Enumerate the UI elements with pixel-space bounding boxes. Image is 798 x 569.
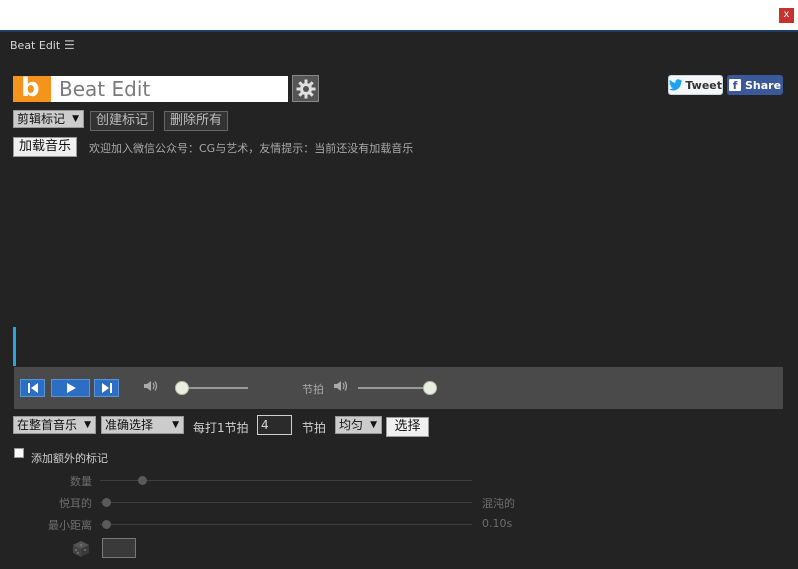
range-select[interactable]: 在整首音乐 ▼ [13, 416, 96, 434]
logo-icon: b [13, 73, 51, 103]
harmony-slider-track[interactable] [100, 502, 472, 503]
logo-letter: b [21, 73, 40, 103]
beat-unit-label: 节拍 [302, 421, 327, 435]
skip-back-button[interactable] [20, 379, 45, 397]
count-slider-handle[interactable] [138, 476, 147, 485]
volume-slider-track[interactable] [182, 387, 248, 389]
hamburger-icon[interactable]: ☰ [64, 38, 75, 52]
skip-forward-button[interactable] [94, 379, 119, 397]
min-distance-slider-track[interactable] [100, 524, 472, 525]
share-label: Share [744, 78, 782, 92]
beat-count-input[interactable]: 4 [257, 415, 292, 435]
gear-icon [296, 79, 315, 98]
facebook-share-button[interactable]: f Share [727, 75, 783, 95]
close-button[interactable]: x [779, 8, 794, 23]
distribution-select[interactable]: 均匀 ▼ [335, 416, 382, 434]
dice-icon[interactable] [72, 540, 90, 558]
chaotic-label: 混沌的 [482, 497, 515, 510]
min-distance-slider-handle[interactable] [102, 520, 111, 529]
chevron-down-icon: ▼ [172, 420, 179, 430]
chevron-down-icon: ▼ [84, 420, 91, 430]
count-slider-track[interactable] [100, 480, 472, 481]
load-music-button[interactable]: 加载音乐 [13, 137, 78, 157]
beat-volume-slider-handle[interactable] [423, 381, 437, 395]
select-button[interactable]: 选择 [386, 417, 429, 437]
logo-banner: b Beat Edit [13, 73, 288, 103]
play-button[interactable] [51, 379, 90, 397]
extra-marks-checkbox[interactable] [14, 448, 24, 458]
extra-marks-label: 添加额外的标记 [31, 452, 108, 465]
skip-back-icon [27, 383, 38, 393]
mark-type-select[interactable]: 剪辑标记 ▼ [13, 110, 84, 128]
timeline-playhead[interactable] [13, 327, 16, 366]
panel-tab-title[interactable]: Beat Edit [10, 39, 60, 52]
mode-select-value: 准确选择 [105, 418, 154, 432]
tweet-button[interactable]: Tweet [668, 75, 723, 95]
settings-button[interactable] [292, 75, 319, 102]
transport-bar: 节拍 [14, 367, 783, 409]
chevron-down-icon: ▼ [72, 114, 79, 124]
min-distance-label: 最小距离 [48, 519, 92, 532]
every-beat-label: 每打1节拍 [193, 421, 249, 435]
min-distance-value: 0.10s [482, 517, 513, 530]
skip-forward-icon [101, 383, 112, 393]
mode-select[interactable]: 准确选择 ▼ [101, 416, 184, 434]
chevron-down-icon: ▼ [370, 420, 377, 430]
count-label: 数量 [70, 475, 92, 488]
create-mark-button[interactable]: 创建标记 [90, 111, 155, 131]
distribution-select-value: 均匀 [339, 418, 364, 432]
facebook-icon: f [728, 79, 741, 92]
mark-type-value: 剪辑标记 [17, 112, 66, 126]
beat-volume-label: 节拍 [302, 383, 324, 396]
delete-all-button[interactable]: 删除所有 [164, 111, 229, 131]
beat-volume-icon [334, 381, 348, 391]
tweet-label: Tweet [685, 78, 722, 92]
range-select-value: 在整首音乐 [17, 418, 78, 432]
logo-title: Beat Edit [59, 77, 151, 101]
window-title-bar: x [0, 0, 798, 32]
twitter-bird-icon [669, 79, 683, 91]
play-icon [66, 383, 76, 393]
beat-volume-slider-track[interactable] [358, 387, 430, 389]
pleasing-label: 悦耳的 [59, 497, 92, 510]
welcome-message: 欢迎加入微信公众号：CG与艺术，友情提示：当前还没有加载音乐 [89, 142, 414, 155]
harmony-slider-handle[interactable] [102, 498, 111, 507]
random-seed-input[interactable] [102, 538, 136, 558]
volume-icon [144, 381, 158, 391]
volume-slider-handle[interactable] [175, 381, 189, 395]
